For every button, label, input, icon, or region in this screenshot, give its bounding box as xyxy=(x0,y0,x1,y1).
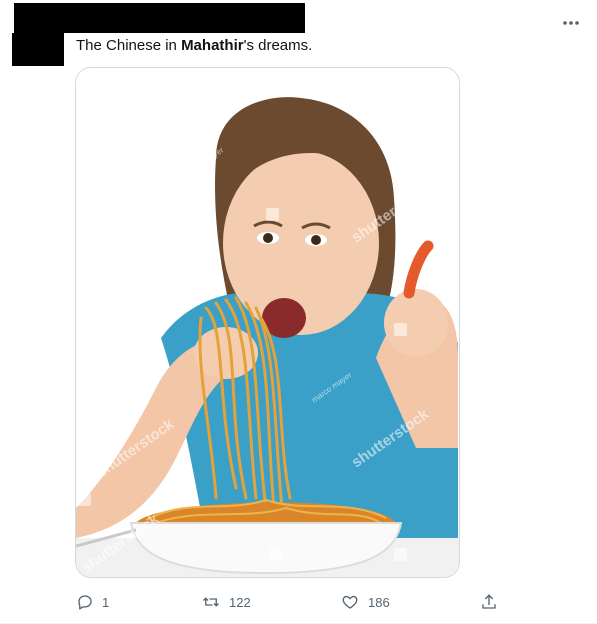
share-icon xyxy=(482,594,496,609)
like-button[interactable]: 186 xyxy=(340,588,390,616)
tweet-card[interactable]: The Chinese in Mahathir's dreams. shutte… xyxy=(0,0,597,624)
tweet-text: The Chinese in Mahathir's dreams. xyxy=(76,36,312,56)
retweet-button[interactable]: 122 xyxy=(201,588,251,616)
reply-count: 1 xyxy=(102,594,110,610)
ellipsis-icon xyxy=(563,21,579,25)
redacted-avatar xyxy=(12,33,64,66)
reply-button[interactable]: 1 xyxy=(76,588,109,616)
share-button[interactable] xyxy=(480,588,498,616)
tweet-media-photo[interactable]: shutterstock shutterstock shutterstock s… xyxy=(75,67,460,578)
tweet-actions: 1 122 186 xyxy=(0,588,597,616)
heart-icon xyxy=(342,595,358,609)
photo-illustration: shutterstock shutterstock shutterstock s… xyxy=(76,68,459,577)
tweet-text-after: 's dreams. xyxy=(243,37,313,54)
tweet-text-mention[interactable]: Mahathir xyxy=(181,37,244,54)
redacted-username-bar xyxy=(14,3,305,33)
reply-icon xyxy=(78,595,92,610)
retweet-icon xyxy=(203,597,219,607)
retweet-count: 122 xyxy=(229,594,251,610)
like-count: 186 xyxy=(368,594,390,610)
more-options-button[interactable] xyxy=(556,12,586,34)
tweet-text-before: The Chinese in xyxy=(76,37,182,54)
